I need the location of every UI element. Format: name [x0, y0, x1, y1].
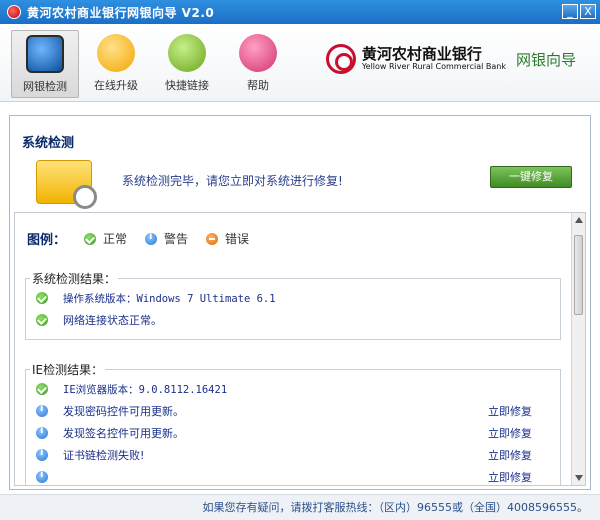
bank-name: 黄河农村商业银行 Yellow River Rural Commercial B…	[361, 44, 506, 71]
folder-search-icon	[36, 160, 97, 209]
minimize-button[interactable]: _	[562, 4, 578, 19]
legend-err-label: 错误	[225, 232, 250, 246]
repair-now-link[interactable]: 立即修复	[488, 447, 532, 463]
tool-label: 帮助	[247, 79, 269, 92]
ie-results-title: IE检测结果：	[32, 363, 104, 377]
monitor-check-icon	[26, 35, 64, 73]
error-icon	[206, 232, 219, 245]
legend-title: 图例：	[27, 233, 67, 248]
tool-online-upgrade[interactable]: 在线升级	[82, 30, 150, 98]
tool-label: 快捷链接	[165, 79, 209, 92]
help-icon	[239, 34, 277, 72]
result-text: 证书链检测失败!	[63, 449, 145, 462]
scroll-up-icon[interactable]	[575, 217, 583, 223]
list-item: IE浏览器版本：9.0.8112.16421	[26, 378, 560, 400]
scroll-down-icon[interactable]	[575, 475, 583, 481]
info-icon	[36, 425, 48, 439]
close-button[interactable]: X	[580, 4, 596, 19]
legend: 图例： 正常 警告 错误	[27, 229, 267, 249]
list-item: 操作系统版本：Windows 7 Ultimate 6.1	[26, 287, 560, 309]
tool-quick-links[interactable]: 快捷链接	[153, 30, 221, 98]
main-toolbar: 网银检测 在线升级 快捷链接 帮助 黄河农村商业银行 Yellow River …	[0, 24, 600, 102]
ok-icon	[36, 383, 48, 395]
upload-icon	[97, 34, 135, 72]
tool-label: 在线升级	[94, 79, 138, 92]
ie-results-group: IE检测结果： IE浏览器版本：9.0.8112.16421 发现密码控件可用更…	[25, 361, 561, 485]
legend-err: 错误	[206, 230, 249, 247]
status-bar: 如果您存有疑问，请拨打客服热线：（区内）96555或（全国）4008596555…	[0, 494, 600, 520]
result-text: 操作系统版本：Windows 7 Ultimate 6.1	[63, 292, 276, 305]
scroll-thumb[interactable]	[574, 235, 583, 315]
app-tagline: 网银向导	[515, 50, 576, 69]
result-text: 网络连接状态正常。	[63, 314, 162, 327]
tool-network-check[interactable]: 网银检测	[11, 30, 79, 98]
content-panel: 系统检测 系统检测完毕，请您立即对系统进行修复! 一键修复 图例： 正常 警告 …	[9, 115, 591, 490]
list-item: 网络连接状态正常。	[26, 309, 560, 331]
bank-name-en: Yellow River Rural Commercial Bank	[361, 61, 506, 71]
info-icon	[145, 231, 158, 245]
ok-icon	[84, 232, 97, 245]
status-message: 系统检测完毕，请您立即对系统进行修复!	[122, 174, 343, 188]
bank-logo-icon	[325, 44, 356, 74]
system-results-title: 系统检测结果：	[32, 272, 117, 286]
bank-name-cn: 黄河农村商业银行	[361, 44, 482, 63]
legend-ok: 正常	[84, 230, 127, 247]
window-title: 黄河农村商业银行网银向导 V2.0	[27, 5, 215, 20]
result-text: 发现密码控件可用更新。	[63, 405, 184, 418]
one-click-repair-button[interactable]: 一键修复	[490, 166, 572, 188]
tool-help[interactable]: 帮助	[224, 30, 292, 98]
result-text: 发现签名控件可用更新。	[63, 427, 184, 440]
repair-now-link[interactable]: 立即修复	[488, 403, 532, 419]
legend-ok-label: 正常	[103, 232, 128, 246]
bank-brand: 黄河农村商业银行 Yellow River Rural Commercial B…	[325, 44, 576, 74]
ok-icon	[36, 292, 48, 304]
app-logo-icon	[7, 5, 21, 19]
info-icon	[36, 447, 48, 461]
support-hotline: 如果您存有疑问，请拨打客服热线：（区内）96555或（全国）4008596555…	[202, 501, 588, 514]
results-scrollbar[interactable]	[571, 213, 585, 485]
result-text: IE浏览器版本：9.0.8112.16421	[63, 383, 228, 396]
repair-now-link[interactable]: 立即修复	[488, 425, 532, 441]
list-item: 发现密码控件可用更新。 立即修复	[26, 400, 560, 422]
system-results-group: 系统检测结果： 操作系统版本：Windows 7 Ultimate 6.1 网络…	[25, 270, 561, 340]
section-title: 系统检测	[22, 136, 75, 151]
link-icon	[168, 34, 206, 72]
list-item: 证书链检测失败! 立即修复	[26, 444, 560, 466]
repair-now-link[interactable]: 立即修复	[488, 469, 532, 485]
info-icon	[36, 469, 48, 483]
legend-warn-label: 警告	[164, 232, 189, 246]
tool-label: 网银检测	[23, 80, 67, 93]
results-panel: 图例： 正常 警告 错误 系统检测结果： 操作系统版本：Windows 7 Ul…	[14, 212, 586, 486]
ok-icon	[36, 314, 48, 326]
info-icon	[36, 403, 48, 417]
window-controls: _ X	[562, 4, 596, 19]
list-item: 立即修复	[26, 466, 560, 485]
title-bar: 黄河农村商业银行网银向导 V2.0 _ X	[0, 0, 600, 24]
legend-warn: 警告	[145, 230, 188, 247]
list-item: 发现签名控件可用更新。 立即修复	[26, 422, 560, 444]
